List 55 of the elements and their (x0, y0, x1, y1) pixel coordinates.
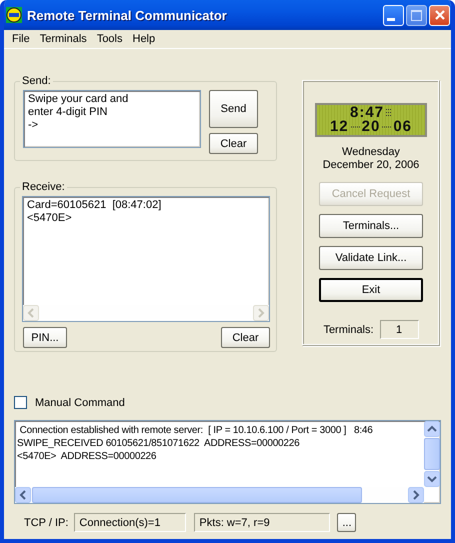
menu-item[interactable]: Tools (92, 33, 128, 45)
minimize-button[interactable] (383, 4, 404, 26)
log-line: <5470E> ADDRESS=00000226 (17, 450, 158, 463)
weekday-label: Wednesday (342, 146, 400, 159)
menu-item[interactable]: File (8, 33, 36, 45)
clear-button[interactable]: Clear (209, 133, 258, 154)
maximize-button[interactable] (406, 4, 427, 26)
window-title: Remote Terminal Communicator (27, 8, 228, 22)
clock-date: 12 (330, 120, 349, 134)
menu-item[interactable]: Terminals (36, 33, 93, 45)
close-button[interactable] (429, 4, 450, 26)
receive-list[interactable]: Card=60105621 [08:47:02] <5470E> (22, 196, 270, 322)
terminals-count: 1 (380, 320, 419, 339)
action-button[interactable]: Terminals... (319, 214, 423, 238)
dotted-dash-icon (350, 126, 360, 128)
connection-status: Connection(s)=1 (74, 513, 186, 532)
scroll-down-icon (424, 471, 440, 487)
clock-time: 8:47 (350, 106, 384, 120)
packet-status: Pkts: w=7, r=9 (194, 513, 330, 532)
scroll-thumb[interactable] (424, 438, 440, 470)
clock-date: 20 (362, 120, 380, 134)
horizontal-scrollbar[interactable] (23, 305, 269, 321)
status-label: TCP / IP: (24, 516, 68, 528)
app-icon (6, 7, 22, 23)
clear-button[interactable]: Clear (221, 327, 270, 348)
message-field[interactable]: Swipe your card and enter 4-digit PIN -> (23, 90, 201, 148)
action-button[interactable]: Validate Link... (319, 246, 423, 270)
manual-command-checkbox[interactable] (14, 396, 27, 409)
send-button[interactable]: Send (209, 90, 258, 128)
log-line: Connection established with remote server: [ IP = 10.10.6.100 / Port = 3000 ] 8:46 (18, 424, 374, 437)
scroll-left-icon (15, 487, 31, 503)
scroll-right-icon (408, 487, 424, 503)
maximize-icon (411, 10, 422, 20)
scroll-thumb[interactable] (32, 487, 362, 503)
vertical-scrollbar[interactable] (424, 421, 440, 487)
log-line: SWIPE_RECEIVED 60105621/851071622 ADDRESS=00000226 (17, 437, 300, 450)
more-button[interactable]: ... (337, 513, 356, 532)
minimize-icon (387, 18, 395, 20)
clock-date: 06 (393, 120, 412, 134)
horizontal-scrollbar[interactable] (15, 487, 424, 503)
dotted-dash-icon (382, 126, 392, 128)
group-label: Receive: (21, 181, 66, 193)
list-line: <5470E> (27, 212, 73, 225)
list-line: Card=60105621 [08:47:02] (27, 199, 162, 212)
menu-item[interactable]: Help (128, 33, 162, 45)
terminals-label: Terminals: (323, 324, 374, 336)
close-icon (434, 10, 444, 20)
action-button[interactable]: Exit (319, 278, 423, 302)
group-label: Send: (21, 75, 52, 87)
scroll-left-icon (23, 305, 39, 321)
scroll-up-icon (424, 421, 440, 437)
date-label: December 20, 2006 (322, 159, 420, 172)
checkbox-label: Manual Command (35, 396, 125, 408)
pin-button[interactable]: PIN... (23, 327, 67, 348)
scroll-right-icon (253, 305, 269, 321)
